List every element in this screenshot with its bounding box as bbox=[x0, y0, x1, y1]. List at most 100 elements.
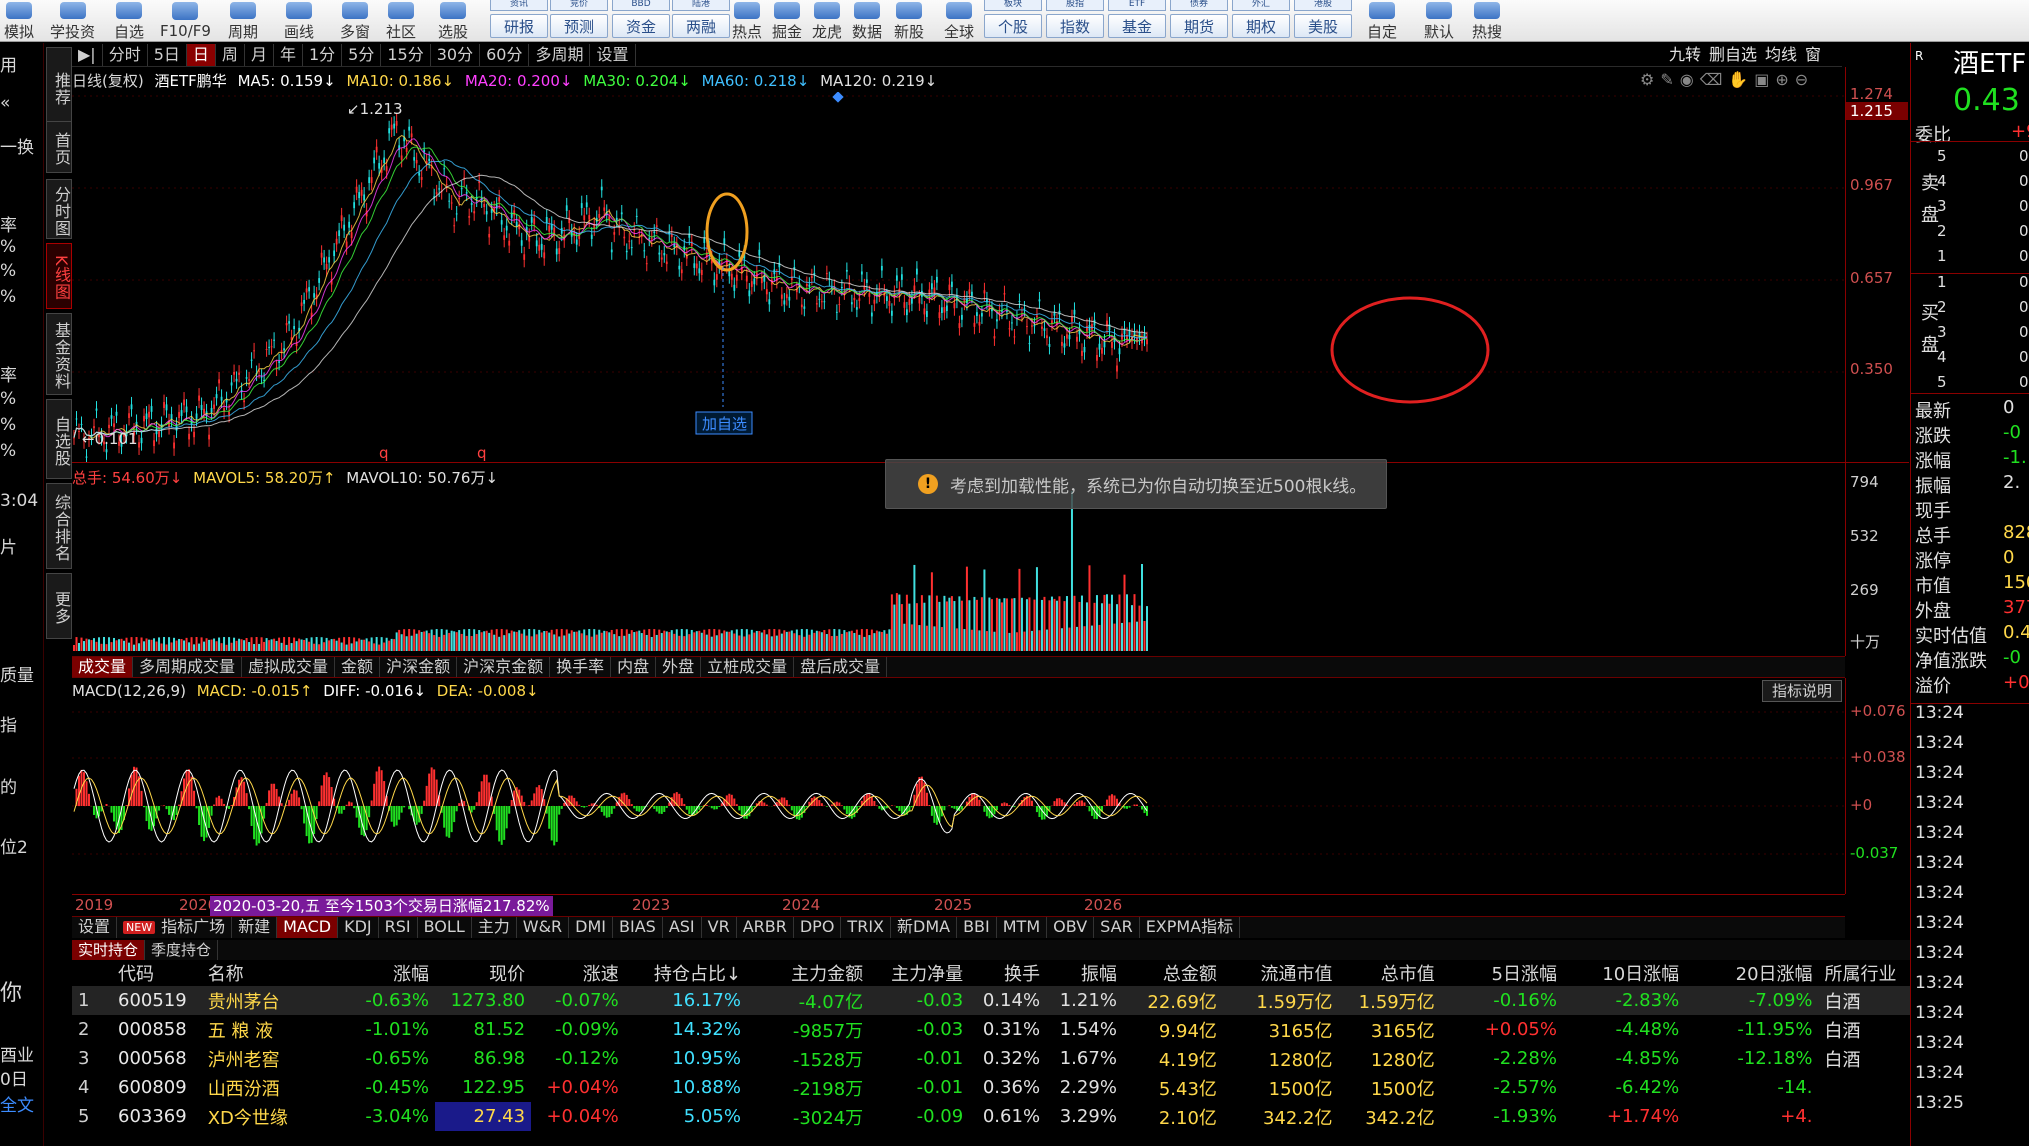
toolbar-stack-button[interactable]: 期权 bbox=[1232, 14, 1290, 38]
column-header[interactable]: 名称 bbox=[202, 960, 346, 986]
toolbar-stack-button[interactable]: 两融 bbox=[672, 14, 730, 38]
chart-tool-2[interactable]: 均线 bbox=[1761, 43, 1801, 67]
indicator-tab-21[interactable]: SAR bbox=[1094, 917, 1140, 938]
toolbar-item-10[interactable]: 掘金 bbox=[772, 0, 802, 42]
indicator-tab-4[interactable]: MACD bbox=[277, 917, 339, 938]
indicator-tab-22[interactable]: EXPMA指标 bbox=[1140, 917, 1241, 938]
column-header[interactable]: 代码 bbox=[112, 960, 202, 986]
price-chart[interactable]: ↙1.213 ←0.101 q q 加自选 bbox=[72, 91, 1845, 466]
toolbar-stack-top[interactable]: ETF bbox=[1108, 0, 1166, 11]
chart-tool-0[interactable]: 九转 bbox=[1665, 43, 1705, 67]
toolbar-stack-button[interactable]: 美股 bbox=[1294, 14, 1352, 38]
table-row[interactable]: 5 603369 XD今世缘 -3.04% 27.43 +0.04% 5.05% -3024万… bbox=[72, 1102, 1912, 1131]
period-tab-6[interactable]: 1分 bbox=[303, 43, 343, 66]
indicator-tab-8[interactable]: 主力 bbox=[472, 917, 517, 938]
holding-tab-1[interactable]: 季度持仓 bbox=[145, 940, 219, 960]
volume-tab-1[interactable]: 多周期成交量 bbox=[133, 657, 243, 677]
indicator-tab-18[interactable]: BBI bbox=[957, 917, 997, 938]
indicator-tab-15[interactable]: DPO bbox=[794, 917, 842, 938]
volume-tab-9[interactable]: 立桩成交量 bbox=[701, 657, 795, 677]
column-header[interactable]: 10日涨幅 bbox=[1563, 960, 1685, 986]
toolbar-stack-button[interactable]: 指数 bbox=[1046, 14, 1104, 38]
period-tab-4[interactable]: 月 bbox=[245, 43, 274, 66]
toolbar-item-1[interactable]: 学投资 bbox=[50, 0, 95, 42]
column-header[interactable]: 涨幅 bbox=[346, 960, 435, 986]
table-row[interactable]: 2 000858 五 粮 液 -1.01% 81.52 -0.09% 14.32% -9857… bbox=[72, 1015, 1912, 1044]
side-tab-6[interactable]: 综合排名 bbox=[46, 483, 72, 569]
toolbar-item-16[interactable]: 默认 bbox=[1424, 0, 1454, 42]
volume-tab-3[interactable]: 金额 bbox=[335, 657, 381, 677]
indicator-tab-7[interactable]: BOLL bbox=[418, 917, 472, 938]
column-header[interactable]: 主力净量 bbox=[869, 960, 969, 986]
toolbar-item-6[interactable]: 多窗 bbox=[340, 0, 370, 42]
side-tab-4[interactable]: 基金资料 bbox=[46, 313, 72, 395]
period-tab-11[interactable]: 多周期 bbox=[529, 43, 591, 66]
toolbar-item-2[interactable]: 自选 bbox=[114, 0, 144, 42]
side-tab-7[interactable]: 更多 bbox=[46, 573, 72, 639]
zoom-out-icon[interactable]: ⊖ bbox=[1795, 70, 1814, 89]
table-row[interactable]: 3 000568 泸州老窖 -0.65% 86.98 -0.12% 10.95% -1528万… bbox=[72, 1044, 1912, 1073]
toolbar-item-5[interactable]: 画线 bbox=[284, 0, 314, 42]
chart-tool-3[interactable]: 窗 bbox=[1801, 43, 1825, 67]
period-tab-5[interactable]: 年 bbox=[274, 43, 303, 66]
macd-chart[interactable]: MACD(12,26,9) MACD: -0.015↑ DIFF: -0.016… bbox=[72, 678, 1845, 894]
volume-tab-5[interactable]: 沪深京金额 bbox=[457, 657, 551, 677]
indicator-tab-1[interactable]: NEW bbox=[123, 921, 156, 934]
settings-icon[interactable]: ⚙ bbox=[1640, 70, 1660, 89]
toolbar-stack-top[interactable]: 竞价 bbox=[550, 0, 608, 11]
toolbar-item-12[interactable]: 数据 bbox=[852, 0, 882, 42]
toolbar-stack-button[interactable]: 研报 bbox=[490, 14, 548, 38]
column-header[interactable]: 换手 bbox=[969, 960, 1046, 986]
volume-tab-7[interactable]: 内盘 bbox=[611, 657, 657, 677]
toolbar-stack-top[interactable]: 陆港 bbox=[672, 0, 730, 11]
side-tab-2[interactable]: 分时图 bbox=[46, 179, 72, 239]
indicator-tab-10[interactable]: DMI bbox=[569, 917, 614, 938]
zoom-in-icon[interactable]: ⊕ bbox=[1775, 70, 1794, 89]
toolbar-item-3[interactable]: F10/F9 bbox=[160, 0, 211, 42]
pen-icon[interactable]: ✎ bbox=[1660, 70, 1679, 89]
indicator-tab-14[interactable]: ARBR bbox=[737, 917, 794, 938]
column-header[interactable]: 振幅 bbox=[1046, 960, 1123, 986]
eye-icon[interactable]: ◉ bbox=[1680, 70, 1700, 89]
indicator-tab-19[interactable]: MTM bbox=[997, 917, 1048, 938]
side-tab-5[interactable]: 自选股 bbox=[46, 399, 72, 479]
toolbar-item-13[interactable]: 新股 bbox=[894, 0, 924, 42]
chart-tool-1[interactable]: 删自选 bbox=[1705, 43, 1761, 67]
toolbar-stack-top[interactable]: 板块 bbox=[984, 0, 1042, 11]
indicator-tab-11[interactable]: BIAS bbox=[613, 917, 663, 938]
lock-icon[interactable]: ▣ bbox=[1754, 70, 1775, 89]
volume-tab-2[interactable]: 虚拟成交量 bbox=[242, 657, 336, 677]
period-tab-3[interactable]: 周 bbox=[216, 43, 245, 66]
price-chart-svg[interactable]: ↙1.213 ←0.101 q q 加自选 bbox=[72, 91, 1845, 466]
toolbar-item-0[interactable]: 模拟 bbox=[4, 0, 34, 42]
toolbar-item-8[interactable]: 选股 bbox=[438, 0, 468, 42]
indicator-tab-17[interactable]: 新DMA bbox=[891, 917, 958, 938]
volume-tab-10[interactable]: 盘后成交量 bbox=[794, 657, 888, 677]
side-tab-3[interactable]: K线图 bbox=[46, 243, 72, 309]
volume-tab-0[interactable]: 成交量 bbox=[72, 657, 134, 677]
side-tab-1[interactable]: 首页 bbox=[46, 121, 72, 173]
toolbar-stack-top[interactable]: 债券 bbox=[1170, 0, 1228, 11]
column-header[interactable]: 主力金额 bbox=[747, 960, 869, 986]
toolbar-stack-button[interactable]: 个股 bbox=[984, 14, 1042, 38]
toolbar-stack-top[interactable]: 资讯 bbox=[490, 0, 548, 11]
toolbar-item-7[interactable]: 社区 bbox=[386, 0, 416, 42]
toolbar-item-9[interactable]: 热点 bbox=[732, 0, 762, 42]
toolbar-item-15[interactable]: 自定 bbox=[1367, 0, 1397, 42]
column-header[interactable]: 5日涨幅 bbox=[1441, 960, 1563, 986]
period-tab-0[interactable]: 分时 bbox=[103, 43, 148, 66]
side-tab-0[interactable]: 推荐 bbox=[46, 47, 72, 127]
period-tab-1[interactable]: 5日 bbox=[148, 43, 187, 66]
period-tab-7[interactable]: 5分 bbox=[342, 43, 382, 66]
indicator-tab-6[interactable]: RSI bbox=[379, 917, 418, 938]
hand-icon[interactable]: ✋ bbox=[1728, 70, 1754, 89]
column-header[interactable]: 所属行业 bbox=[1819, 960, 1912, 986]
indicator-tab-20[interactable]: OBV bbox=[1047, 917, 1095, 938]
column-header[interactable]: 总金额 bbox=[1123, 960, 1223, 986]
period-tab-8[interactable]: 15分 bbox=[381, 43, 431, 66]
period-tab-10[interactable]: 60分 bbox=[480, 43, 530, 66]
period-tab-2[interactable]: 日 bbox=[186, 43, 216, 66]
toolbar-stack-top[interactable]: BBD bbox=[612, 0, 670, 11]
period-tab-9[interactable]: 30分 bbox=[431, 43, 481, 66]
volume-tab-4[interactable]: 沪深金额 bbox=[380, 657, 458, 677]
